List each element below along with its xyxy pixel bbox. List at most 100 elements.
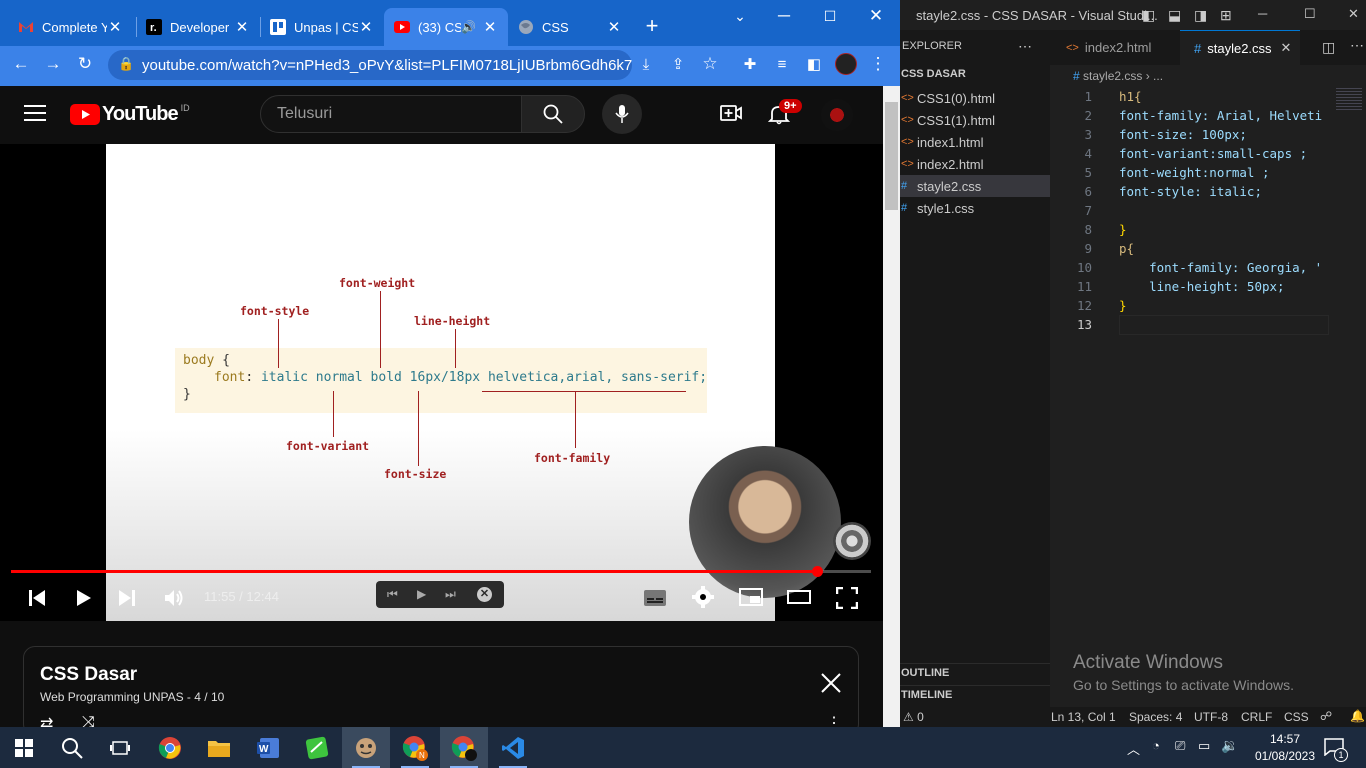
- profile-avatar[interactable]: [835, 53, 857, 75]
- windows-start-button[interactable]: [0, 727, 48, 768]
- tab-developer[interactable]: r. Developer I ✕: [136, 8, 260, 46]
- next-button[interactable]: [117, 588, 137, 608]
- volume-icon[interactable]: 🔉: [1221, 737, 1238, 754]
- meet-icon[interactable]: ⎚: [1175, 738, 1185, 754]
- close-tab-icon[interactable]: ✕: [606, 18, 622, 36]
- reload-button[interactable]: ↻: [73, 52, 97, 76]
- fullscreen-button[interactable]: [836, 587, 858, 609]
- voice-search-button[interactable]: [602, 94, 642, 134]
- miniplayer-button[interactable]: [739, 588, 763, 606]
- explorer-more-icon[interactable]: ⋯: [1018, 38, 1032, 55]
- subtitles-button[interactable]: [643, 589, 667, 607]
- code-line[interactable]: font-variant:small-caps ;: [1119, 146, 1307, 161]
- breadcrumb[interactable]: # stayle2.css › ...: [1073, 69, 1163, 83]
- mini-prev-icon[interactable]: ⏮: [387, 587, 398, 602]
- speaker-icon[interactable]: 🔊: [461, 20, 476, 34]
- scrubber-handle[interactable]: [812, 566, 823, 577]
- forward-button[interactable]: →: [41, 52, 65, 76]
- play-button[interactable]: [73, 588, 93, 608]
- indentation[interactable]: Spaces: 4: [1129, 710, 1182, 724]
- clock-date[interactable]: 01/08/2023: [1248, 749, 1322, 763]
- mini-close-icon[interactable]: ✕: [477, 587, 492, 602]
- search-button[interactable]: [521, 95, 585, 133]
- mini-play-icon[interactable]: ▶: [417, 587, 426, 601]
- code-line[interactable]: font-family: Georgia, ': [1119, 260, 1322, 275]
- problems-indicator[interactable]: ⚠ 0: [903, 710, 924, 724]
- toggle-sidebar-icon[interactable]: ◧: [1142, 7, 1155, 24]
- file-item[interactable]: <> index2.html: [900, 153, 1050, 175]
- folder-name[interactable]: CSS DASAR: [901, 68, 966, 80]
- battery-icon[interactable]: ▭: [1198, 738, 1210, 754]
- code-line[interactable]: font-weight:normal ;: [1119, 165, 1270, 180]
- close-tab-icon[interactable]: ✕: [234, 18, 250, 36]
- previous-button[interactable]: [27, 588, 47, 608]
- youtube-logo[interactable]: YouTube ID: [70, 103, 190, 126]
- search-input[interactable]: Telusuri: [260, 95, 522, 133]
- taskbar-chrome-profile-n[interactable]: N: [391, 727, 439, 768]
- task-view-button[interactable]: [96, 727, 144, 768]
- outline-section[interactable]: OUTLINE: [901, 667, 949, 679]
- taskbar-chrome-profile-2[interactable]: [440, 727, 488, 768]
- taskbar-game[interactable]: [342, 727, 390, 768]
- minimap[interactable]: [1336, 88, 1362, 110]
- editor-tab-stayle2[interactable]: # stayle2.css ✕: [1180, 30, 1300, 65]
- customize-layout-icon[interactable]: ⊞: [1220, 7, 1232, 24]
- close-tab-icon[interactable]: ✕: [358, 18, 374, 36]
- mini-next-icon[interactable]: ⏭: [445, 587, 456, 602]
- toggle-panel-icon[interactable]: ⬓: [1168, 7, 1181, 24]
- timeline-section[interactable]: TIMELINE: [901, 689, 952, 701]
- cursor-position[interactable]: Ln 13, Col 1: [1051, 710, 1116, 724]
- encoding[interactable]: UTF-8: [1194, 710, 1228, 724]
- taskbar-file-explorer[interactable]: [195, 727, 243, 768]
- clock-time[interactable]: 14:57: [1263, 732, 1307, 746]
- code-line[interactable]: h1{: [1119, 89, 1142, 104]
- taskbar-notepad-plus[interactable]: [293, 727, 341, 768]
- file-item[interactable]: <> CSS1(0).html: [900, 87, 1050, 109]
- network-icon[interactable]: ◔: [1152, 738, 1160, 753]
- maximize-button[interactable]: ☐: [1304, 6, 1316, 22]
- close-window-button[interactable]: ✕: [1348, 6, 1359, 22]
- share-icon[interactable]: ⇪: [666, 52, 690, 76]
- taskbar-word[interactable]: W: [244, 727, 292, 768]
- tab-youtube[interactable]: (33) CS 🔊 ✕: [384, 8, 508, 46]
- tab-css[interactable]: CSS ✕: [508, 8, 632, 46]
- scrollbar-thumb[interactable]: [885, 102, 898, 210]
- bookmark-star-icon[interactable]: ☆: [698, 52, 722, 76]
- line-ending[interactable]: CRLF: [1241, 710, 1272, 724]
- code-line[interactable]: }: [1119, 298, 1127, 313]
- channel-watermark[interactable]: [833, 522, 871, 560]
- back-button[interactable]: ←: [9, 52, 33, 76]
- taskbar-vscode[interactable]: [489, 727, 537, 768]
- feedback-icon[interactable]: ☍: [1320, 709, 1332, 723]
- taskbar-chrome[interactable]: [146, 727, 194, 768]
- language-mode[interactable]: CSS: [1284, 710, 1309, 724]
- hamburger-menu-icon[interactable]: [24, 104, 46, 122]
- minimize-button[interactable]: ─: [1258, 6, 1267, 21]
- close-tab-icon[interactable]: ✕: [482, 18, 498, 36]
- code-line[interactable]: font-size: 100px;: [1119, 127, 1247, 142]
- code-line[interactable]: font-family: Arial, Helveti: [1119, 108, 1322, 123]
- code-line[interactable]: line-height: 50px;: [1119, 279, 1284, 294]
- split-editor-icon[interactable]: ◫: [1322, 39, 1335, 56]
- create-video-button[interactable]: [720, 103, 742, 123]
- theater-mode-button[interactable]: [787, 590, 811, 604]
- tab-gmail[interactable]: Complete Y ✕: [8, 8, 133, 46]
- toggle-secondary-sidebar-icon[interactable]: ◨: [1194, 7, 1207, 24]
- settings-button[interactable]: [692, 586, 714, 608]
- taskbar-search-button[interactable]: [48, 727, 96, 768]
- maximize-button[interactable]: ☐: [818, 4, 842, 28]
- media-control-icon[interactable]: ≡: [770, 52, 794, 76]
- file-item[interactable]: # style1.css: [900, 197, 1050, 219]
- mute-button[interactable]: [163, 587, 185, 609]
- playlist-subtitle[interactable]: Web Programming UNPAS - 4 / 10: [40, 690, 224, 704]
- side-panel-icon[interactable]: ◧: [802, 52, 826, 76]
- more-actions-icon[interactable]: ⋯: [1350, 37, 1364, 54]
- url-bar[interactable]: 🔒 youtube.com/watch?v=nPHed3_oPvY&list=P…: [108, 50, 632, 80]
- account-avatar[interactable]: [821, 99, 853, 131]
- tab-search-icon[interactable]: ⌄: [728, 4, 752, 28]
- chrome-menu-icon[interactable]: ⋮: [866, 52, 890, 76]
- editor-tab-index2[interactable]: <> index2.html: [1052, 30, 1180, 65]
- new-tab-button[interactable]: +: [640, 13, 664, 38]
- file-item[interactable]: <> index1.html: [900, 131, 1050, 153]
- download-icon[interactable]: ⤓: [634, 52, 658, 76]
